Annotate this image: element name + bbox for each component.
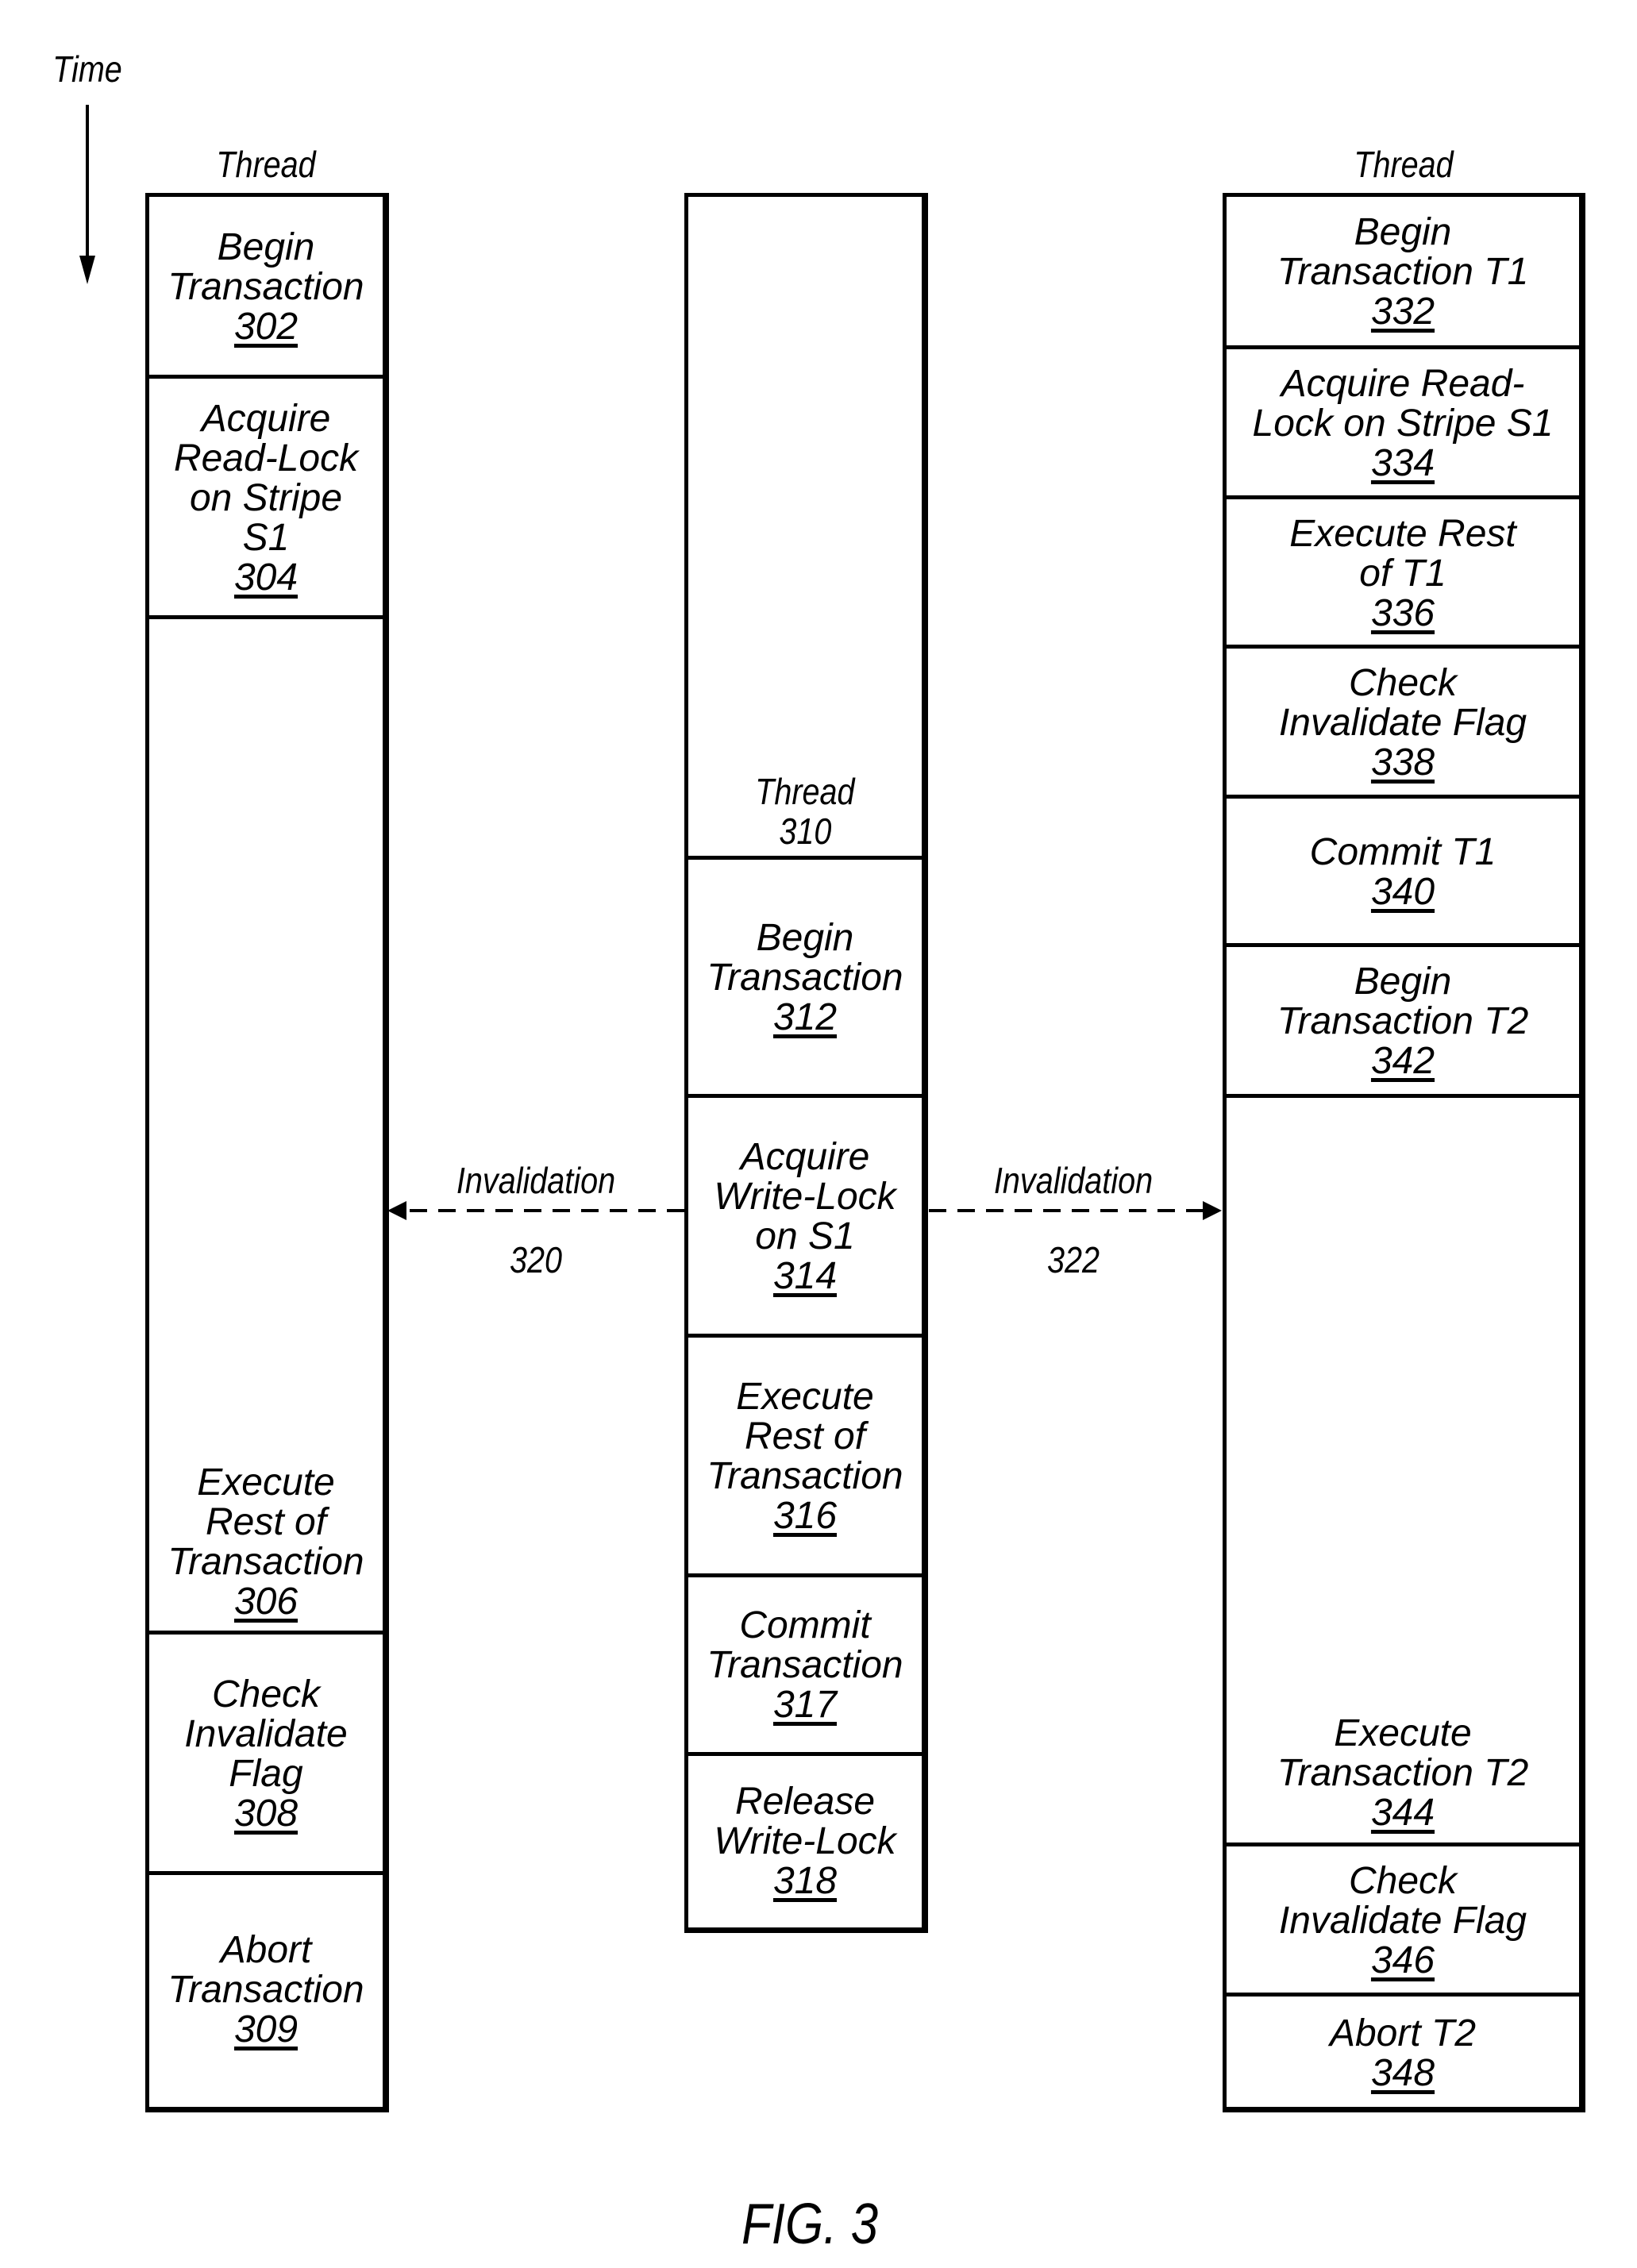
thread-300-column: Begin Transaction 302 Acquire Read-Lock … — [145, 193, 389, 2112]
figure-caption: FIG. 3 — [741, 2193, 879, 2256]
step-text: Execute Transaction T2 — [1277, 1712, 1529, 1794]
step-text: Acquire Write-Lock on S1 — [714, 1135, 896, 1257]
step-ref: 336 — [1370, 591, 1435, 634]
thread-label-text: Thread — [216, 144, 316, 185]
step-314: Acquire Write-Lock on S1 314 — [688, 1098, 922, 1335]
step-text: Abort T2 — [1329, 2012, 1477, 2054]
step-ref: 312 — [772, 995, 838, 1038]
step-ref: 338 — [1370, 741, 1435, 784]
invalidation-322-label: Invalidation 322 — [971, 1121, 1176, 1319]
step-316: Execute Rest of Transaction 316 — [688, 1338, 922, 1575]
step-342: Begin Transaction T2 342 — [1227, 947, 1579, 1095]
thread-310-column: Thread 310 Begin Transaction 312 Acquire… — [684, 193, 928, 1933]
step-text: Release Write-Lock — [714, 1781, 896, 1862]
step-text: Commit T1 — [1309, 830, 1496, 873]
step-text: Begin Transaction T2 — [1277, 960, 1529, 1042]
message-label: Invalidation — [993, 1160, 1154, 1201]
step-text: Begin Transaction — [707, 916, 903, 999]
step-302: Begin Transaction 302 — [149, 197, 383, 377]
step-317: Commit Transaction 317 — [688, 1577, 922, 1754]
step-332: Begin Transaction T1 332 — [1227, 197, 1579, 347]
step-312: Begin Transaction 312 — [688, 860, 922, 1095]
step-334: Acquire Read- Lock on Stripe S1 334 — [1227, 349, 1579, 498]
step-ref: 304 — [233, 556, 299, 599]
step-ref: 317 — [772, 1684, 838, 1726]
thread-label-text: Thread — [1354, 144, 1454, 185]
step-ref: 318 — [772, 1860, 838, 1902]
step-ref: 306 — [233, 1581, 299, 1623]
step-ref: 346 — [1370, 1939, 1435, 1981]
step-text: Abort Transaction — [168, 1929, 364, 2011]
step-ref: 309 — [233, 2008, 299, 2050]
step-text: Check Invalidate Flag — [1278, 661, 1527, 744]
step-text: Acquire Read-Lock on Stripe S1 — [173, 397, 359, 559]
step-text: Execute Rest of T1 — [1289, 512, 1516, 595]
thread-310-label: Thread 310 — [688, 197, 922, 857]
step-text: Begin Transaction — [168, 225, 364, 308]
step-338: Check Invalidate Flag 338 — [1227, 649, 1579, 797]
step-ref: 340 — [1370, 870, 1435, 913]
step-304: Acquire Read-Lock on Stripe S1 304 — [149, 379, 383, 618]
step-348: Abort T2 348 — [1227, 1997, 1579, 2111]
step-text: Check Invalidate Flag — [184, 1673, 348, 1795]
step-text: Begin Transaction T1 — [1277, 210, 1529, 293]
step-340: Commit T1 340 — [1227, 799, 1579, 945]
thread-number: 310 — [778, 811, 832, 852]
step-text: Commit Transaction — [707, 1604, 903, 1686]
message-ref: 322 — [1046, 1239, 1100, 1280]
step-ref: 314 — [772, 1254, 838, 1297]
step-ref: 316 — [772, 1494, 838, 1537]
message-ref: 320 — [509, 1239, 563, 1280]
step-308: Check Invalidate Flag 308 — [149, 1635, 383, 1873]
step-318: Release Write-Lock 318 — [688, 1756, 922, 1927]
step-ref: 302 — [233, 305, 299, 348]
step-ref: 348 — [1370, 2052, 1435, 2094]
step-346: Check Invalidate Flag 346 — [1227, 1846, 1579, 1995]
step-text: Execute Rest of Transaction — [168, 1461, 364, 1583]
step-ref: 334 — [1370, 441, 1435, 484]
thread-330-column: Begin Transaction T1 332 Acquire Read- L… — [1223, 193, 1585, 2112]
step-text: Execute Rest of Transaction — [707, 1375, 903, 1497]
message-label: Invalidation — [456, 1160, 616, 1201]
invalidation-320-label: Invalidation 320 — [433, 1121, 638, 1319]
step-ref: 342 — [1370, 1039, 1435, 1082]
step-ref: 308 — [233, 1792, 299, 1835]
time-arrow-icon — [79, 105, 95, 284]
step-ref: 344 — [1370, 1792, 1435, 1834]
step-306: Execute Rest of Transaction 306 — [149, 619, 383, 1633]
step-text: Check Invalidate Flag — [1278, 1859, 1527, 1942]
step-344: Execute Transaction T2 344 — [1227, 1098, 1579, 1844]
thread-label-text: Thread — [755, 771, 855, 812]
step-336: Execute Rest of T1 336 — [1227, 499, 1579, 648]
step-309: Abort Transaction 309 — [149, 1875, 383, 2105]
step-text: Acquire Read- Lock on Stripe S1 — [1252, 362, 1554, 445]
step-ref: 332 — [1370, 290, 1435, 333]
